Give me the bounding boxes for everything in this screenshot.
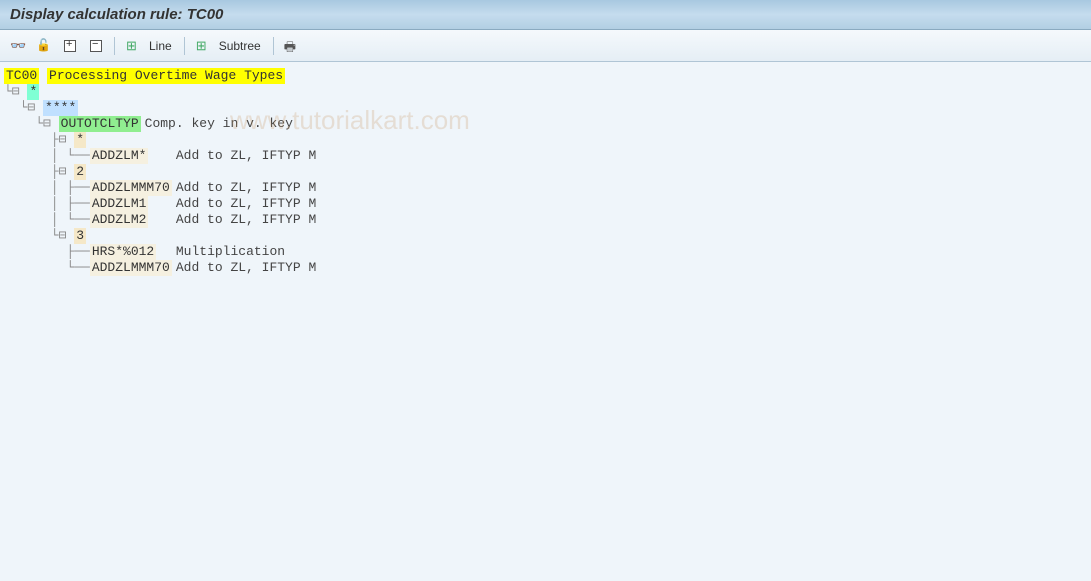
collapse-node-button[interactable] bbox=[84, 35, 108, 57]
lock-icon bbox=[36, 38, 52, 54]
display-change-button[interactable] bbox=[6, 35, 30, 57]
leaf-code: ADDZLM* bbox=[90, 148, 149, 164]
tree-content-area: www.tutorialkart.com TC00 Processing Ove… bbox=[0, 62, 1091, 581]
print-button[interactable] bbox=[280, 35, 304, 57]
tree-node[interactable]: └⊟ **** bbox=[4, 100, 1087, 116]
tree-leaf[interactable]: │ ├──ADDZLM1 Add to ZL, IFTYP M bbox=[4, 196, 1087, 212]
node-desc: Comp. key in v. key bbox=[141, 116, 293, 132]
line-label: Line bbox=[147, 39, 178, 53]
toolbar-separator bbox=[273, 37, 274, 55]
leaf-desc: Add to ZL, IFTYP M bbox=[172, 196, 316, 212]
expand-icon bbox=[62, 38, 78, 54]
group-key: * bbox=[74, 132, 86, 148]
expand-node-button[interactable] bbox=[58, 35, 82, 57]
line-tree-button[interactable] bbox=[121, 35, 145, 57]
window-title: Display calculation rule: TC00 bbox=[10, 6, 223, 23]
leaf-code: ADDZLMMM70 bbox=[90, 260, 172, 276]
toolbar: Line Subtree bbox=[0, 30, 1091, 62]
toolbar-separator bbox=[114, 37, 115, 55]
leaf-code: ADDZLM1 bbox=[90, 196, 149, 212]
leaf-desc: Add to ZL, IFTYP M bbox=[172, 260, 316, 276]
group-key: 2 bbox=[74, 164, 86, 180]
tree-node[interactable]: ├⊟ * bbox=[4, 132, 1087, 148]
tree-leaf[interactable]: │ └──ADDZLM* Add to ZL, IFTYP M bbox=[4, 148, 1087, 164]
leaf-code: HRS*%012 bbox=[90, 244, 156, 260]
object-button[interactable] bbox=[32, 35, 56, 57]
leaf-desc: Add to ZL, IFTYP M bbox=[172, 148, 316, 164]
tree-node[interactable]: ├⊟ 2 bbox=[4, 164, 1087, 180]
tree-leaf[interactable]: │ └──ADDZLM2 Add to ZL, IFTYP M bbox=[4, 212, 1087, 228]
toolbar-separator bbox=[184, 37, 185, 55]
node-key: * bbox=[27, 84, 39, 100]
node-code: OUTOTCLTYP bbox=[59, 116, 141, 132]
tree-icon bbox=[195, 38, 211, 54]
root-code: TC00 bbox=[4, 68, 39, 84]
node-key: **** bbox=[43, 100, 78, 116]
leaf-desc: Multiplication bbox=[172, 244, 285, 260]
leaf-code: ADDZLMMM70 bbox=[90, 180, 172, 196]
tree-leaf[interactable]: ├──HRS*%012 Multiplication bbox=[4, 244, 1087, 260]
tree-leaf[interactable]: └──ADDZLMMM70Add to ZL, IFTYP M bbox=[4, 260, 1087, 276]
group-key: 3 bbox=[74, 228, 86, 244]
leaf-desc: Add to ZL, IFTYP M bbox=[172, 180, 316, 196]
tree-node[interactable]: └⊟ 3 bbox=[4, 228, 1087, 244]
leaf-code: ADDZLM2 bbox=[90, 212, 149, 228]
leaf-desc: Add to ZL, IFTYP M bbox=[172, 212, 316, 228]
tree-leaf[interactable]: │ ├──ADDZLMMM70Add to ZL, IFTYP M bbox=[4, 180, 1087, 196]
print-icon bbox=[284, 38, 300, 54]
tree-node[interactable]: └⊟ OUTOTCLTYPComp. key in v. key bbox=[4, 116, 1087, 132]
window-title-bar: Display calculation rule: TC00 bbox=[0, 0, 1091, 30]
tree-root[interactable]: TC00 Processing Overtime Wage Types bbox=[4, 68, 1087, 84]
subtree-button[interactable] bbox=[191, 35, 215, 57]
tree-node[interactable]: └⊟ * bbox=[4, 84, 1087, 100]
subtree-label: Subtree bbox=[217, 39, 267, 53]
glasses-pencil-icon bbox=[10, 38, 26, 54]
tree-icon bbox=[125, 38, 141, 54]
collapse-icon bbox=[88, 38, 104, 54]
root-desc: Processing Overtime Wage Types bbox=[47, 68, 285, 84]
